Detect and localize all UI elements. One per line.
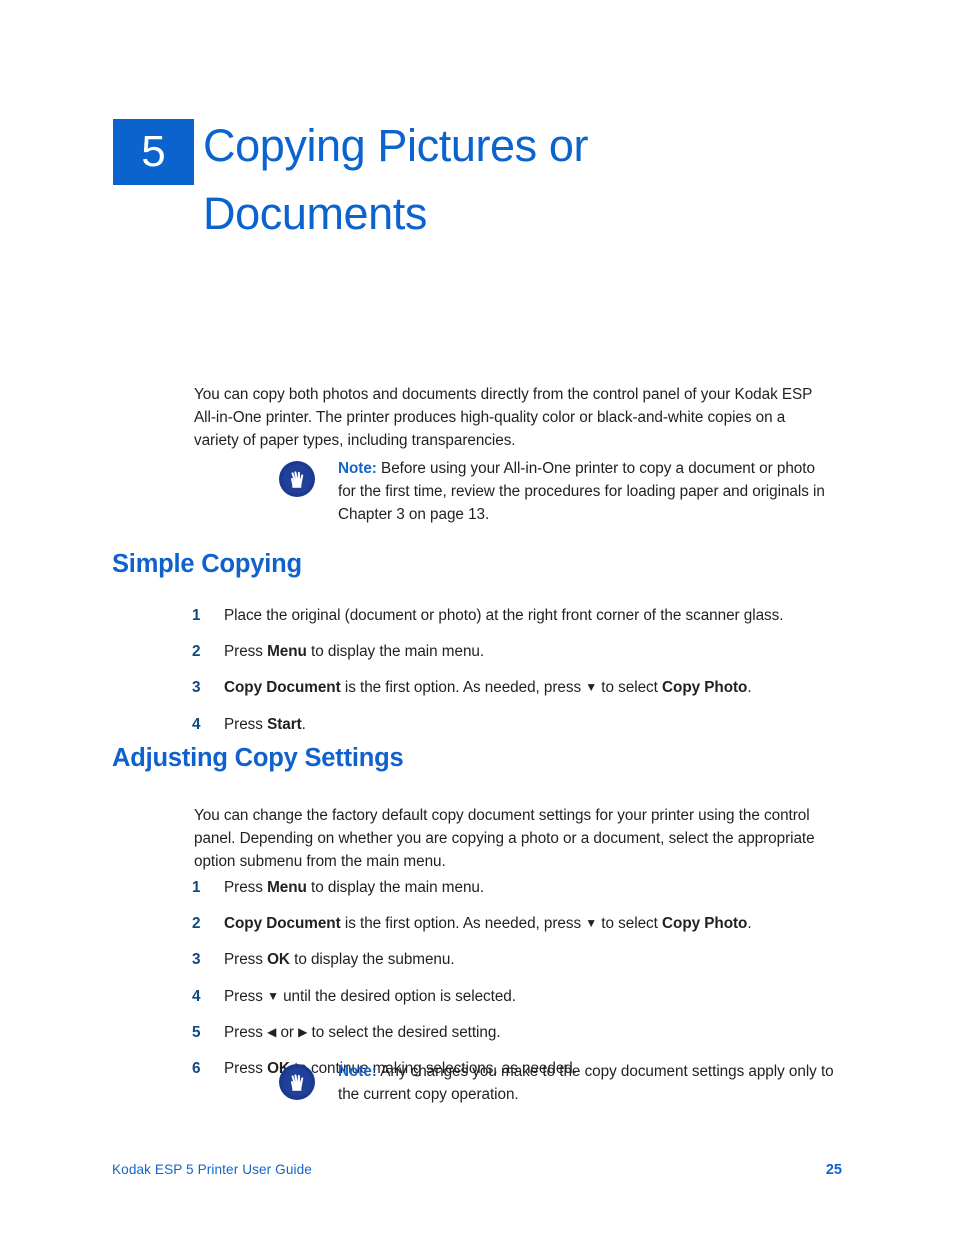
step-text-fragment: until the desired option is selected. [278,987,516,1005]
steps-list-simple-copying: 1 Place the original (document or photo) … [192,605,852,750]
step-number: 5 [192,1023,201,1041]
step-text: Press Start. [224,714,306,736]
intro-paragraph: You can copy both photos and documents d… [194,386,813,449]
step-number: 2 [192,915,201,933]
arrow-down-icon: ▼ [267,988,279,1003]
step-text: Press ▼ until the desired option is sele… [224,986,516,1008]
step-text: Press OK to display the submenu. [224,949,455,971]
chapter-heading: 5 Copying Pictures or Documents [113,112,873,249]
step-number: 4 [192,987,201,1005]
step-text-fragment: Press [224,951,268,969]
step-emphasis: Copy Photo [662,679,748,697]
step-text-fragment: . [747,915,752,933]
section-heading-adjusting-copy-settings: Adjusting Copy Settings [112,744,404,772]
step-text: Press ◀ or ▶ to select the desired setti… [224,1022,501,1044]
step-emphasis: Copy Photo [662,915,748,933]
hand-note-icon [278,1063,316,1101]
note-block: Note: Any changes you make to the copy d… [278,1061,834,1107]
step-emphasis: Copy Document [224,679,341,697]
chapter-title-line-1: Copying Pictures or [203,120,589,171]
arrow-down-icon: ▼ [585,680,598,695]
step-text-fragment: to display the main menu. [306,879,485,896]
note-block: Note: Before using your All-in-One print… [278,458,834,526]
chapter-number: 5 [141,127,166,176]
note-label: Note: [338,460,377,477]
step-text: Place the original (document or photo) a… [224,605,784,627]
arrow-right-icon: ▶ [298,1024,308,1039]
hand-note-icon [278,460,316,498]
note-text: Note: Before using your All-in-One print… [338,458,834,526]
arrow-down-icon: ▼ [585,916,598,931]
step-text-fragment: . [747,679,752,697]
step-text: Copy Document is the first option. As ne… [224,913,752,935]
footer-guide-title: Kodak ESP 5 Printer User Guide [112,1162,312,1177]
chapter-title-line-2: Documents [203,188,427,240]
arrow-left-icon: ◀ [267,1024,277,1039]
step-text-fragment: to select [597,915,663,933]
step-text: Press Menu to display the main menu. [224,877,484,899]
step-text-fragment: to display the submenu. [289,951,455,969]
step-text-fragment: Place the original (document or photo) a… [224,607,784,624]
step-row: 2 Press Menu to display the main menu. [192,641,852,663]
step-text-fragment: Press [224,1023,268,1041]
chapter-number-box: 5 [113,119,194,185]
step-text-fragment: Press [224,715,268,733]
note-text: Note: Any changes you make to the copy d… [338,1061,834,1107]
step-text-fragment: is the first option. As needed, press [340,679,586,697]
step-emphasis: Copy Document [224,915,341,933]
step-text-fragment: Press [224,879,268,896]
step-text-fragment: Press [224,643,268,661]
chapter-title: Copying Pictures or Documents [203,112,588,249]
section-heading-simple-copying: Simple Copying [112,550,302,578]
document-page: 5 Copying Pictures or Documents You can … [0,0,954,1235]
step-row: 2 Copy Document is the first option. As n… [192,913,852,935]
note-body: Before using your All-in-One printer to … [338,460,825,523]
step-emphasis: Menu [267,879,307,896]
step-row: 5 Press ◀ or ▶ to select the desired sett… [192,1022,852,1044]
step-text-fragment: to select the desired setting. [307,1023,501,1041]
page-footer: Kodak ESP 5 Printer User Guide 25 [112,1162,842,1178]
note-label: Note: [338,1063,377,1080]
footer-page-number: 25 [825,1162,842,1178]
step-emphasis: OK [267,951,290,969]
step-text-fragment: to select [597,679,663,697]
step-row: 4 Press Start. [192,714,852,736]
step-row: 1 Press Menu to display the main menu. [192,877,852,899]
step-number: 2 [192,643,201,661]
step-text-fragment: Press [224,987,268,1005]
step-row: 1 Place the original (document or photo) … [192,605,852,627]
step-number: 3 [192,679,201,697]
step-number: 6 [192,1059,201,1077]
step-emphasis: Menu [267,643,307,661]
step-row: 3 Copy Document is the first option. As n… [192,677,852,699]
step-number: 3 [192,951,201,969]
step-text: Press Menu to display the main menu. [224,641,484,663]
step-text-fragment: . [301,715,306,733]
step-number: 1 [192,607,201,624]
step-emphasis: Start [267,715,302,733]
step-text-fragment: Press [224,1059,268,1077]
step-text-fragment: to display the main menu. [306,643,485,661]
step-number: 4 [192,715,201,733]
step-number: 1 [192,879,201,896]
step-text-fragment: is the first option. As needed, press [340,915,586,933]
step-text: Copy Document is the first option. As ne… [224,677,752,699]
step-row: 4 Press ▼ until the desired option is sel… [192,986,852,1008]
step-text-fragment: or [276,1023,299,1041]
adjusting-copy-settings-paragraph: You can change the factory default copy … [194,807,815,870]
step-row: 3 Press OK to display the submenu. [192,949,852,971]
note-body: Any changes you make to the copy documen… [338,1063,834,1103]
